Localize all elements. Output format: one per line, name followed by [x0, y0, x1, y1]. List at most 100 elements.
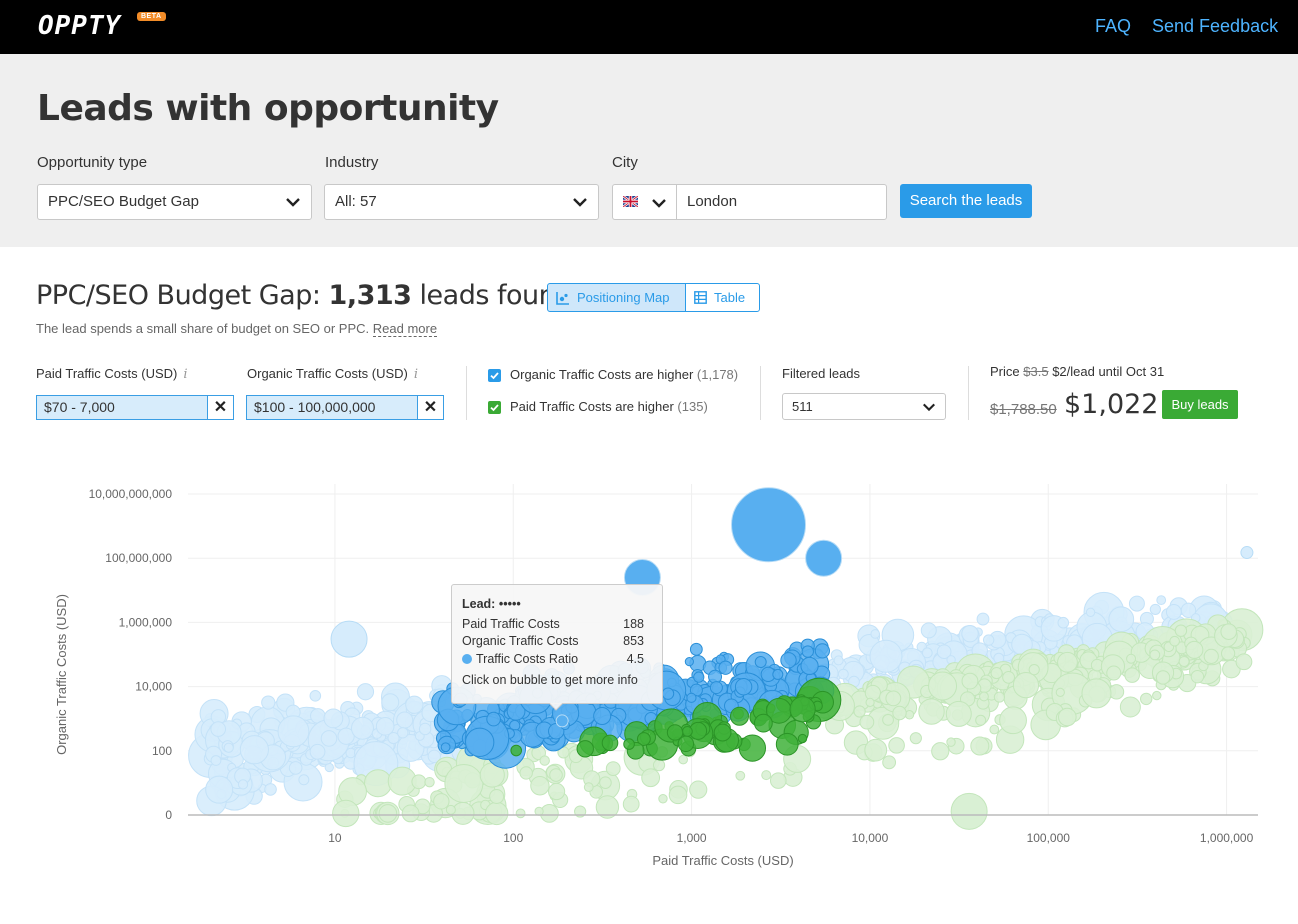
- lead-bubble: [1190, 669, 1205, 684]
- lead-bubble: [769, 772, 787, 789]
- paid-higher-checkbox[interactable]: [488, 401, 501, 414]
- industry-select[interactable]: All: 57: [324, 184, 599, 220]
- lead-bubble: [510, 744, 523, 757]
- lead-bubble: [853, 705, 866, 718]
- series-dot-icon: [462, 654, 472, 664]
- divider: [466, 366, 467, 420]
- chevron-down-icon: [652, 199, 666, 208]
- lead-bubble: [599, 776, 612, 789]
- tooltip-lead-value: •••••: [498, 597, 521, 611]
- positioning-map-toggle[interactable]: Positioning Map: [547, 283, 686, 312]
- chevron-down-icon: [573, 198, 587, 207]
- lead-bubble: [549, 768, 563, 782]
- table-toggle[interactable]: Table: [685, 283, 760, 312]
- lead-bubble: [530, 776, 550, 796]
- lead-bubble: [800, 656, 819, 676]
- industry-value: All: 57: [335, 193, 377, 210]
- lead-bubble: [1155, 670, 1171, 685]
- info-icon[interactable]: i: [414, 367, 418, 382]
- lead-bubble: [445, 804, 456, 815]
- lead-bubble: [909, 732, 922, 745]
- paid-higher-label: Paid Traffic Costs are higher (135): [510, 399, 708, 414]
- lead-bubble: [350, 716, 374, 740]
- lead-bubble: [869, 639, 903, 673]
- description-text: The lead spends a small share of budget …: [36, 321, 370, 336]
- tooltip-hint: Click on bubble to get more info: [462, 673, 638, 687]
- lead-bubble: [375, 717, 395, 736]
- x-tick-label: 10: [328, 831, 342, 845]
- opportunity-type-select[interactable]: PPC/SEO Budget Gap: [37, 184, 312, 220]
- lead-bubble: [754, 656, 767, 669]
- lead-bubble: [519, 766, 533, 780]
- lead-bubble: [801, 645, 814, 658]
- lead-bubble: [1221, 646, 1236, 661]
- x-tick-label: 10,000: [852, 831, 889, 845]
- lead-bubble: [205, 775, 234, 804]
- chevron-down-icon: [286, 198, 300, 207]
- lead-bubble: [814, 643, 830, 659]
- buy-leads-button[interactable]: Buy leads: [1162, 390, 1238, 419]
- lead-bubble: [753, 713, 773, 733]
- lead-bubble: [837, 668, 849, 680]
- clear-icon[interactable]: ✕: [207, 396, 233, 419]
- chart-icon: [556, 292, 569, 305]
- lead-bubble: [1126, 653, 1137, 664]
- tooltip-lead-label: Lead:: [462, 597, 496, 611]
- organic-higher-checkbox[interactable]: [488, 369, 501, 382]
- table-label: Table: [714, 290, 746, 305]
- lead-bubble: [1106, 665, 1122, 681]
- x-axis-title: Paid Traffic Costs (USD): [652, 853, 793, 868]
- lead-bubble: [761, 770, 772, 781]
- paid-costs-range[interactable]: $70 - 7,000 ✕: [36, 395, 234, 420]
- tooltip-paid-row: Paid Traffic Costs 188: [462, 617, 644, 631]
- lead-bubble: [870, 629, 881, 639]
- tooltip-ratio-row: Traffic Costs Ratio 4.5: [462, 652, 644, 666]
- lead-bubble: [381, 693, 400, 712]
- lead-bubble: [678, 754, 688, 765]
- faq-link[interactable]: FAQ: [1095, 16, 1131, 37]
- city-input[interactable]: London: [676, 184, 887, 220]
- filtered-leads-select[interactable]: 511: [782, 393, 946, 420]
- organic-costs-label-text: Organic Traffic Costs (USD): [247, 366, 408, 381]
- tooltip-organic-label: Organic Traffic Costs: [462, 634, 579, 648]
- tooltip-ratio-label: Traffic Costs Ratio: [476, 652, 579, 666]
- lead-bubble: [489, 789, 505, 805]
- lead-bubble: [1081, 678, 1112, 709]
- lead-bubble: [1169, 635, 1180, 647]
- organic-costs-range[interactable]: $100 - 100,000,000 ✕: [246, 395, 444, 420]
- lead-bubble: [486, 711, 501, 727]
- lead-bubble: [882, 713, 894, 726]
- y-tick-label: 10,000: [135, 680, 172, 694]
- lead-bubble: [1057, 651, 1078, 673]
- price-per-lead: Price $3.5 $2/lead until Oct 31: [990, 364, 1164, 379]
- lead-bubble: [433, 793, 450, 810]
- clear-icon[interactable]: ✕: [417, 396, 443, 419]
- lead-bubble: [993, 691, 1006, 703]
- checkmark-icon: [490, 404, 499, 412]
- lead-bubble: [1185, 640, 1204, 659]
- x-tick-label: 1,000: [677, 831, 707, 845]
- search-leads-button[interactable]: Search the leads: [900, 184, 1032, 218]
- organic-costs-filter-label: Organic Traffic Costs (USD) i: [247, 366, 418, 382]
- paid-costs-range-value: $70 - 7,000: [44, 399, 115, 415]
- info-icon[interactable]: i: [183, 367, 187, 382]
- country-select[interactable]: [612, 184, 677, 220]
- tooltip-paid-value: 188: [623, 617, 644, 631]
- lead-bubble: [864, 738, 888, 762]
- organic-higher-text: Organic Traffic Costs are higher: [510, 367, 694, 382]
- lead-bubble: [1220, 623, 1238, 640]
- lead-bubble: [1057, 616, 1070, 629]
- read-more-link[interactable]: Read more: [372, 321, 438, 337]
- lead-bubble: [298, 774, 310, 786]
- results-count: 1,313: [328, 280, 412, 311]
- lead-bubble: [709, 681, 723, 695]
- lead-bubble: [309, 690, 322, 702]
- y-tick-label: 100,000,000: [105, 551, 172, 565]
- lead-bubble: [976, 612, 990, 626]
- lead-bubble: [888, 737, 905, 754]
- lead-bubble: [961, 672, 979, 690]
- lead-bubble: [729, 706, 749, 726]
- oppty-logo[interactable]: OPPTY: [38, 11, 121, 41]
- results-title: PPC/SEO Budget Gap: 1,313 leads found: [36, 280, 572, 311]
- send-feedback-link[interactable]: Send Feedback: [1152, 16, 1278, 37]
